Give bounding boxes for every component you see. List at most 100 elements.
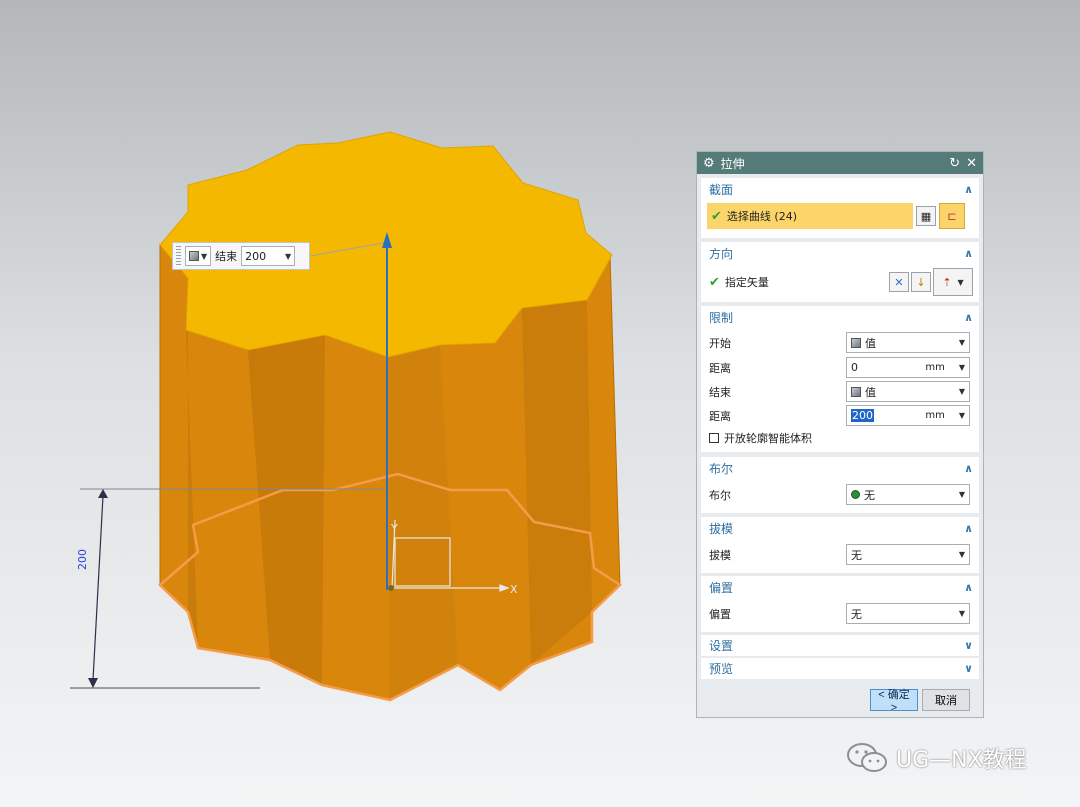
chevron-down-icon: ▼	[285, 251, 292, 261]
section-header[interactable]: 截面 ∧	[701, 178, 979, 200]
offset-group: 偏置 ∧ 偏置 无 ▼	[701, 576, 979, 632]
axis-x-label: X	[510, 583, 518, 596]
chevron-up-icon[interactable]: ∧	[964, 581, 973, 594]
watermark-text: UG—NX教程	[896, 748, 1027, 773]
value-cube-icon	[851, 337, 861, 348]
preview-group[interactable]: 预览 ∨	[701, 658, 979, 679]
curve-select-button[interactable]: ⊏	[939, 203, 965, 229]
start-type-dropdown[interactable]: 值 ▼	[846, 332, 970, 353]
chevron-down-icon: ▼	[958, 338, 965, 347]
end-label: 结束	[709, 386, 731, 399]
check-icon: ✔	[709, 274, 720, 290]
vector-row[interactable]: ✔ 指定矢量 ✕ ↓ ⇡ ▼	[709, 268, 973, 296]
dialog-title: 拉伸	[720, 156, 745, 171]
cancel-button[interactable]: 取消	[922, 689, 970, 711]
open-profile-row[interactable]: 开放轮廓智能体积	[709, 428, 973, 448]
boolean-none-icon	[851, 490, 860, 499]
limits-title: 限制	[709, 310, 734, 325]
vector-icon: ↓	[916, 275, 926, 289]
start-unit: mm	[925, 362, 945, 373]
offset-header[interactable]: 偏置 ∧	[701, 576, 979, 598]
check-icon: ✔	[711, 208, 722, 224]
axis-y-label: Y	[390, 522, 398, 535]
settings-header[interactable]: 设置 ∨	[701, 635, 979, 656]
chevron-down-icon[interactable]: ∨	[964, 662, 973, 675]
offset-value: 无	[851, 607, 862, 621]
chevron-down-icon: ▼	[958, 387, 965, 396]
drag-grip[interactable]	[176, 246, 181, 266]
boolean-header[interactable]: 布尔 ∧	[701, 457, 979, 479]
floating-end-input[interactable]: 200 ▼	[241, 246, 296, 266]
draft-header[interactable]: 拔模 ∧	[701, 517, 979, 539]
reverse-icon: ✕	[894, 275, 904, 289]
start-distance-input[interactable]: 0 mm ▼	[846, 357, 970, 378]
value-cube-icon	[189, 251, 199, 261]
curve-icon: ⊏	[947, 209, 957, 223]
limits-group: 限制 ∧ 开始 值 ▼ 距离 0 mm ▼ 结束 值 ▼ 距离 200 mm ▼…	[701, 306, 979, 452]
start-type-value: 值	[865, 336, 876, 350]
end-type-dropdown[interactable]: 值 ▼	[846, 381, 970, 402]
limits-header[interactable]: 限制 ∧	[701, 306, 979, 328]
chevron-up-icon[interactable]: ∧	[964, 311, 973, 324]
chevron-down-icon: ▼	[957, 277, 964, 287]
value-cube-icon	[851, 386, 861, 397]
boolean-group: 布尔 ∧ 布尔 无 ▼	[701, 457, 979, 513]
chevron-down-icon: ▼	[958, 550, 965, 559]
boolean-value: 无	[864, 488, 875, 502]
reverse-direction-button[interactable]: ✕	[889, 272, 909, 292]
select-curve-row[interactable]: ✔ 选择曲线 (24) ▦ ⊏	[707, 202, 975, 230]
chevron-up-icon[interactable]: ∧	[964, 522, 973, 535]
select-curve-field[interactable]: ✔ 选择曲线 (24)	[707, 203, 913, 229]
draft-value: 无	[851, 548, 862, 562]
boolean-label: 布尔	[709, 489, 731, 502]
offset-title: 偏置	[709, 580, 734, 595]
chevron-up-icon[interactable]: ∧	[964, 462, 973, 475]
limit-type-dropdown[interactable]: ▼	[185, 246, 212, 266]
settings-group[interactable]: 设置 ∨	[701, 635, 979, 656]
draft-dropdown[interactable]: 无 ▼	[846, 544, 970, 565]
origin-point	[388, 585, 394, 591]
chevron-up-icon[interactable]: ∧	[964, 247, 973, 260]
end-unit: mm	[925, 410, 945, 421]
chevron-down-icon: ▼	[958, 490, 965, 499]
ok-button[interactable]: < 确定 >	[870, 689, 918, 714]
preview-header[interactable]: 预览 ∨	[701, 658, 979, 679]
reset-icon[interactable]: ↻	[949, 156, 960, 171]
direction-header[interactable]: 方向 ∧	[701, 242, 979, 264]
settings-title: 设置	[709, 639, 734, 653]
start-distance-label: 距离	[709, 362, 731, 375]
end-distance-input[interactable]: 200 mm ▼	[846, 405, 970, 426]
boolean-dropdown[interactable]: 无 ▼	[846, 484, 970, 505]
end-distance-label: 距离	[709, 410, 731, 423]
floating-end-value: 200	[245, 249, 267, 263]
draft-label: 拔模	[709, 549, 731, 562]
dialog-titlebar[interactable]: ⚙ 拉伸 ↻ ✕	[697, 152, 983, 174]
dynamic-input-box[interactable]: ▼ 结束 200 ▼	[172, 242, 310, 270]
vector-dialog-button[interactable]: ↓	[911, 272, 931, 292]
direction-group: 方向 ∧ ✔ 指定矢量 ✕ ↓ ⇡ ▼	[701, 242, 979, 302]
boolean-title: 布尔	[709, 461, 734, 476]
dimension-label[interactable]: 200	[76, 549, 89, 570]
sketch-icon: ▦	[920, 209, 932, 223]
watermark: UG—NX教程	[846, 741, 1027, 775]
offset-dropdown[interactable]: 无 ▼	[846, 603, 970, 624]
preview-title: 预览	[709, 662, 734, 676]
extrude-dialog: ⚙ 拉伸 ↻ ✕ 截面 ∧ ✔ 选择曲线 (24) ▦ ⊏ 方向 ∧ ✔ 指定矢…	[696, 151, 984, 718]
sketch-section-button[interactable]: ▦	[916, 206, 936, 226]
specify-vector-label: 指定矢量	[724, 276, 769, 289]
chevron-down-icon: ▼	[958, 411, 965, 420]
open-profile-label: 开放轮廓智能体积	[724, 432, 812, 445]
chevron-up-icon[interactable]: ∧	[964, 183, 973, 196]
close-icon[interactable]: ✕	[966, 156, 977, 171]
direction-title: 方向	[709, 246, 734, 261]
chevron-down-icon[interactable]: ∨	[964, 639, 973, 652]
section-title: 截面	[709, 182, 734, 197]
draft-group: 拔模 ∧ 拔模 无 ▼	[701, 517, 979, 573]
offset-label: 偏置	[709, 608, 731, 621]
start-distance-value: 0	[851, 361, 858, 374]
draft-title: 拔模	[709, 521, 734, 536]
open-profile-checkbox[interactable]	[709, 433, 719, 443]
zc-axis-icon: ⇡	[942, 275, 952, 289]
select-curve-label: 选择曲线 (24)	[726, 210, 797, 223]
vector-type-dropdown[interactable]: ⇡ ▼	[933, 268, 973, 296]
